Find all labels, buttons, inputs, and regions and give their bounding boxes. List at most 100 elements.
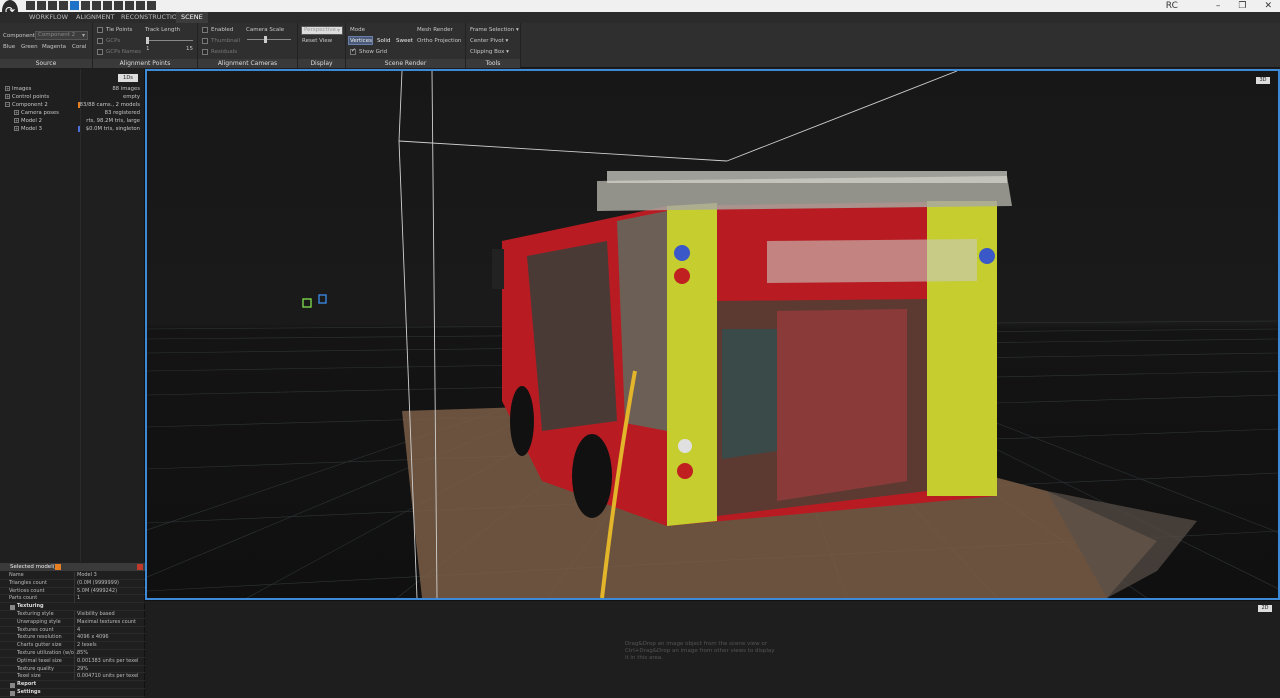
prop-value: 0.004710 units per texel: [77, 673, 139, 680]
qa-icon-7[interactable]: [92, 1, 101, 10]
color-blue-button[interactable]: Blue: [3, 44, 15, 50]
ribbon: Component Component 2 Blue Green Magenta…: [0, 23, 1280, 68]
sweet-mode-button[interactable]: Sweet: [396, 38, 413, 44]
vertices-mode-button[interactable]: Vertices: [350, 38, 372, 44]
center-pivot-button[interactable]: Center Pivot ▾: [470, 38, 508, 44]
track-length-min: 1: [146, 46, 150, 52]
enabled-checkbox[interactable]: [202, 27, 208, 33]
tree-row-label: Control points: [12, 94, 50, 100]
prop-divider: [74, 618, 75, 627]
mesh-render-label[interactable]: Mesh Render: [417, 27, 453, 33]
settings-section[interactable]: Settings: [0, 689, 145, 697]
tree-row-images[interactable]: + Images 88 images: [0, 85, 145, 93]
expand-icon[interactable]: [10, 691, 15, 696]
color-green-button[interactable]: Green: [21, 44, 38, 50]
track-length-knob[interactable]: [146, 37, 149, 44]
view-mode-3d-tag[interactable]: 3D: [1256, 77, 1270, 84]
tree-row-control-points[interactable]: + Control points empty: [0, 93, 145, 101]
report-section[interactable]: Report: [0, 681, 145, 689]
maximize-button[interactable]: ❐: [1238, 0, 1246, 12]
close-button[interactable]: ✕: [1264, 0, 1272, 12]
source-group-label: Source: [0, 59, 92, 68]
tree-row-model-3[interactable]: + Model 3 $0.0M tris, singleton: [0, 125, 145, 133]
projection-select[interactable]: Perspective: [301, 26, 343, 35]
texturing-section[interactable]: Texturing: [0, 603, 145, 611]
solid-mode-button[interactable]: Solid: [377, 38, 390, 44]
collapse-icon[interactable]: −: [5, 102, 10, 107]
scene-canvas[interactable]: [147, 71, 1278, 598]
prop-value: Maximal textures count: [77, 618, 136, 625]
prop-divider: [74, 673, 75, 682]
thumbnail-checkbox[interactable]: [202, 38, 208, 44]
qa-icon-1[interactable]: [26, 1, 35, 10]
prop-row: Texture utilization (w/o... 85%: [0, 650, 145, 658]
qa-icon-4[interactable]: [59, 1, 68, 10]
tie-points-checkbox[interactable]: [97, 27, 103, 33]
reset-view-button[interactable]: Reset View: [302, 38, 332, 44]
camera-icon-blue[interactable]: [318, 294, 327, 304]
gcps-names-checkbox[interactable]: [97, 49, 103, 55]
clipping-box-button[interactable]: Clipping Box ▾: [470, 49, 509, 55]
camera-icon-green[interactable]: [302, 298, 312, 308]
expand-icon[interactable]: +: [5, 86, 10, 91]
prop-divider: [74, 587, 75, 596]
qa-icon-3[interactable]: [48, 1, 57, 10]
view-mode-2d-tag[interactable]: 2D: [1258, 605, 1272, 612]
expand-icon[interactable]: +: [5, 94, 10, 99]
component-label: Component: [3, 33, 35, 39]
tree-row-camera-poses[interactable]: + Camera poses 83 registered: [0, 109, 145, 117]
minimize-button[interactable]: –: [1216, 0, 1221, 12]
expand-icon[interactable]: [10, 683, 15, 689]
prop-divider: [74, 626, 75, 635]
close-icon[interactable]: [137, 564, 143, 570]
gcps-label: GCPs: [106, 38, 121, 44]
tab-scene[interactable]: SCENE: [176, 12, 208, 23]
tie-points-label: Tie Points: [106, 27, 133, 33]
tree-column-divider: [80, 69, 81, 562]
qa-icon-6[interactable]: [81, 1, 90, 10]
qa-icon-2[interactable]: [37, 1, 46, 10]
viewport-3d[interactable]: 3D: [145, 69, 1280, 600]
color-magenta-button[interactable]: Magenta: [42, 44, 66, 50]
pin-icon[interactable]: [55, 564, 61, 570]
collapse-icon[interactable]: [10, 605, 15, 611]
prop-divider: [74, 611, 75, 619]
selected-models-title: Selected model(s): [10, 564, 60, 570]
enabled-label: Enabled: [211, 27, 234, 33]
qa-icon-12[interactable]: [147, 1, 156, 10]
qa-icon-9[interactable]: [114, 1, 123, 10]
qa-icon-11[interactable]: [136, 1, 145, 10]
window-controls: RC – ❐ ✕: [1166, 0, 1272, 12]
prop-row: Textures count 4: [0, 626, 145, 635]
show-grid-checkbox[interactable]: [350, 47, 356, 55]
prop-value: 4: [77, 626, 81, 633]
prop-divider: [74, 634, 75, 643]
qa-icon-5[interactable]: [70, 1, 79, 10]
tab-alignment[interactable]: ALIGNMENT: [71, 12, 119, 23]
expand-icon[interactable]: +: [14, 126, 19, 131]
tree-1ds-button[interactable]: 1Ds: [118, 74, 138, 82]
tree-row-component-2[interactable]: − Component 2 83/88 cams., 2 models: [0, 101, 145, 109]
user-badge-top[interactable]: RC: [1166, 0, 1178, 12]
frame-selection-button[interactable]: Frame Selection ▾: [470, 27, 519, 33]
qa-icon-8[interactable]: [103, 1, 112, 10]
expand-icon[interactable]: +: [14, 118, 19, 123]
chevron-down-icon: ▾: [515, 27, 519, 33]
residuals-checkbox[interactable]: [202, 49, 208, 55]
track-length-slider[interactable]: [146, 40, 193, 41]
expand-icon[interactable]: +: [14, 110, 19, 115]
show-grid-label: Show Grid: [359, 49, 388, 55]
prop-row: Texture resolution 4096 x 4096: [0, 634, 145, 643]
color-coral-button[interactable]: Coral: [72, 44, 86, 50]
component-select[interactable]: Component 2: [35, 31, 88, 40]
tree-row-value: 83/88 cams., 2 models: [79, 102, 140, 108]
tree-row-model-2[interactable]: + Model 2 rts, 98.2M tris, large: [0, 117, 145, 125]
gcps-checkbox[interactable]: [97, 38, 103, 44]
viewport-2d[interactable]: 2D Drag&Drop an image object from the sc…: [145, 600, 1280, 698]
ortho-projection-button[interactable]: Ortho Projection: [417, 38, 462, 44]
qa-icon-10[interactable]: [125, 1, 134, 10]
camera-scale-knob[interactable]: [264, 36, 267, 43]
camera-markers[interactable]: [302, 294, 327, 308]
camera-scale-slider[interactable]: [247, 39, 291, 40]
tab-workflow[interactable]: WORKFLOW: [24, 12, 73, 23]
